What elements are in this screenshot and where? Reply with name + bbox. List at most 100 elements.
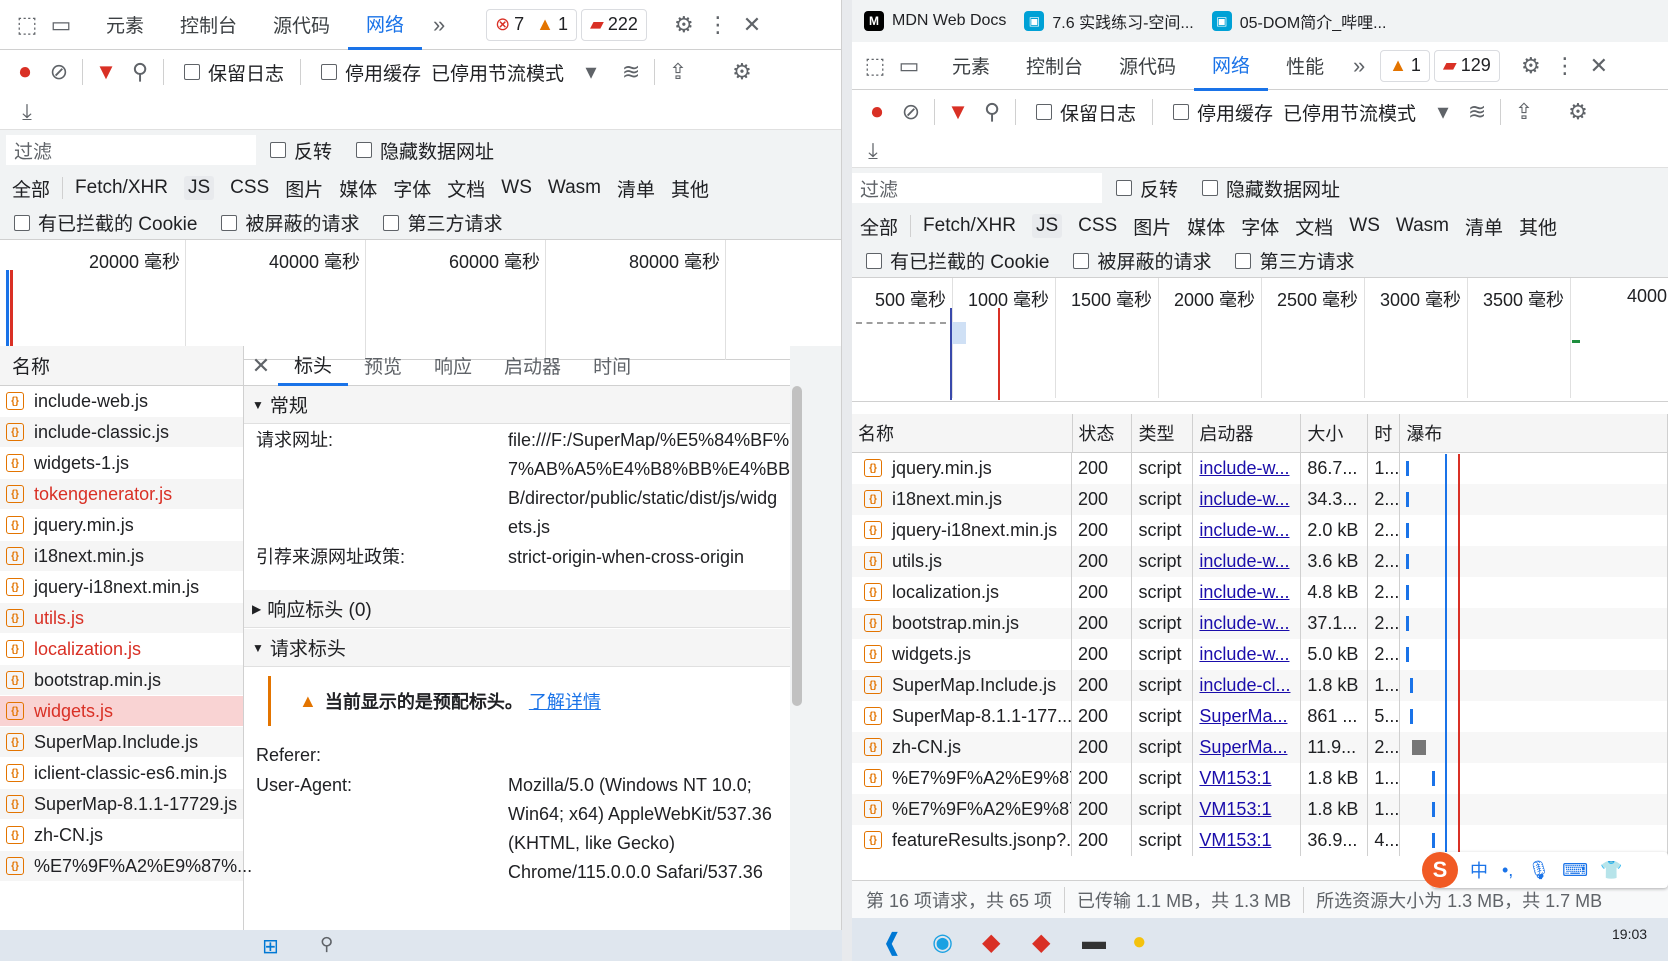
taskbar-search-icon[interactable]: ⚲ bbox=[320, 934, 333, 955]
column-header-6[interactable]: 瀑布 bbox=[1399, 414, 1668, 453]
type-filter-8[interactable]: WS bbox=[1349, 215, 1380, 237]
response-headers-section[interactable]: ▶ 响应标头 (0) bbox=[244, 590, 790, 628]
table-row[interactable]: {} featureResults.jsonp?... 200 script VM153… bbox=[852, 824, 1668, 856]
more-tabs-icon[interactable]: » bbox=[1342, 49, 1376, 83]
list-item[interactable]: {} iclient-classic-es6.min.js bbox=[0, 758, 243, 789]
issues-badge[interactable]: ▰ 129 bbox=[1433, 49, 1500, 82]
type-filter-10[interactable]: 清单 bbox=[617, 175, 655, 202]
type-filter-0[interactable]: 全部 bbox=[12, 175, 50, 202]
column-header-3[interactable]: 启动器 bbox=[1192, 414, 1302, 453]
more-tabs-icon[interactable]: » bbox=[422, 8, 456, 42]
table-row[interactable]: {} i18next.min.js 200 script include-w... 34.… bbox=[852, 483, 1668, 515]
skin-icon[interactable]: 👕 bbox=[1600, 860, 1622, 881]
initiator-cell[interactable]: include-w... bbox=[1192, 514, 1302, 546]
inspect-icon[interactable]: ⬚ bbox=[858, 49, 892, 83]
browser-tab-bilibili-1[interactable]: ▣ 7.6 实践练习-空间... bbox=[1024, 9, 1194, 33]
column-header-5[interactable]: 时 bbox=[1367, 414, 1401, 453]
list-item[interactable]: {} %E7%9F%A2%E9%87%... bbox=[0, 851, 252, 882]
initiator-cell[interactable]: include-w... bbox=[1192, 452, 1302, 484]
type-filter-4[interactable]: 图片 bbox=[1133, 213, 1171, 240]
type-filter-2[interactable]: JS bbox=[1031, 214, 1063, 238]
table-row[interactable]: {} widgets.js 200 script include-w... 5.0 kB 2… bbox=[852, 638, 1668, 670]
microphone-icon[interactable]: 🎙 bbox=[1527, 860, 1550, 881]
preserve-log-checkbox[interactable] bbox=[1036, 104, 1052, 120]
table-row[interactable]: {} utils.js 200 script include-w... 3.6 kB 2..… bbox=[852, 545, 1668, 577]
general-section-header[interactable]: ▼ 常规 bbox=[244, 386, 790, 424]
type-filter-5[interactable]: 媒体 bbox=[1187, 213, 1225, 240]
tab-0[interactable]: 元素 bbox=[934, 41, 1008, 91]
table-row[interactable]: {} %E7%9F%A2%E9%87...200scriptVM153:11.8 … bbox=[852, 793, 1668, 825]
tab-2[interactable]: 源代码 bbox=[255, 0, 348, 50]
type-filter-7[interactable]: 文档 bbox=[1295, 213, 1333, 240]
initiator-cell[interactable]: include-w... bbox=[1192, 545, 1302, 577]
chevron-down-icon[interactable]: ▾ bbox=[574, 55, 608, 89]
detail-tab-2[interactable]: 响应 bbox=[418, 346, 488, 386]
download-icon[interactable]: ⤓ bbox=[10, 95, 44, 129]
download-icon[interactable]: ⤓ bbox=[856, 134, 890, 168]
close-icon[interactable]: ✕ bbox=[1582, 49, 1616, 83]
list-item[interactable]: {} localization.js bbox=[0, 634, 243, 665]
extra-filter-checkbox-2[interactable] bbox=[383, 214, 400, 231]
type-filter-8[interactable]: WS bbox=[501, 177, 532, 199]
throttle-select[interactable]: 已停用节流模式 bbox=[431, 59, 564, 86]
network-settings-icon[interactable]: ⚙ bbox=[725, 55, 759, 89]
initiator-cell[interactable]: include-w... bbox=[1192, 607, 1302, 639]
tab-0[interactable]: 元素 bbox=[88, 0, 162, 50]
invert-checkbox[interactable] bbox=[270, 142, 286, 158]
column-header-0[interactable]: 名称 bbox=[852, 414, 1073, 453]
clear-icon[interactable]: ⊘ bbox=[894, 95, 928, 129]
close-details-icon[interactable]: ✕ bbox=[244, 349, 278, 383]
table-row[interactable]: {} SuperMap.Include.js 200 script include-cl… bbox=[852, 669, 1668, 701]
type-filter-2[interactable]: JS bbox=[183, 176, 215, 200]
table-row[interactable]: {} jquery-i18next.min.js 200 script include-… bbox=[852, 514, 1668, 546]
sogou-logo-icon[interactable]: S bbox=[1422, 852, 1458, 888]
wifi-icon[interactable]: ≋ bbox=[1460, 95, 1494, 129]
list-item[interactable]: {} jquery-i18next.min.js bbox=[0, 572, 243, 603]
kebab-menu-icon[interactable]: ⋮ bbox=[701, 8, 735, 42]
keyboard-icon[interactable]: ⌨ bbox=[1562, 860, 1588, 881]
column-header-1[interactable]: 状态 bbox=[1072, 414, 1133, 453]
browser-tab-mdn[interactable]: M MDN Web Docs bbox=[864, 11, 1006, 31]
initiator-cell[interactable]: VM153:1 bbox=[1192, 762, 1302, 794]
detail-scrollbar[interactable] bbox=[792, 386, 802, 706]
upload-icon[interactable]: ⇪ bbox=[1507, 95, 1541, 129]
warning-badge[interactable]: ▲ 1 bbox=[1380, 49, 1430, 82]
app-icon[interactable]: ◆ bbox=[982, 928, 1000, 957]
list-item[interactable]: {} SuperMap-8.1.1-17729.js bbox=[0, 789, 243, 820]
clear-icon[interactable]: ⊘ bbox=[42, 55, 76, 89]
column-header-4[interactable]: 大小 bbox=[1300, 414, 1369, 453]
detail-tab-3[interactable]: 启动器 bbox=[488, 346, 577, 386]
detail-tab-0[interactable]: 标头 bbox=[278, 346, 349, 386]
type-filter-1[interactable]: Fetch/XHR bbox=[75, 177, 168, 199]
kebab-menu-icon[interactable]: ⋮ bbox=[1548, 49, 1582, 83]
extra-filter-checkbox-1[interactable] bbox=[1073, 252, 1090, 269]
punctuation-icon[interactable]: •, bbox=[1502, 860, 1513, 881]
ime-mode-chinese[interactable]: 中 bbox=[1470, 857, 1488, 883]
disable-cache-checkbox[interactable] bbox=[321, 64, 338, 80]
vscode-icon[interactable]: ❰ bbox=[882, 928, 902, 957]
invert-checkbox[interactable] bbox=[1116, 180, 1132, 196]
initiator-cell[interactable]: SuperMa... bbox=[1192, 731, 1302, 763]
extra-filter-checkbox-0[interactable] bbox=[14, 214, 30, 231]
list-item[interactable]: {} bootstrap.min.js bbox=[0, 665, 243, 696]
list-item[interactable]: {} widgets-1.js bbox=[0, 448, 243, 479]
tab-4[interactable]: 性能 bbox=[1268, 41, 1342, 91]
browser-tab-bilibili-2[interactable]: ▣ 05-DOM简介_哔哩... bbox=[1211, 9, 1386, 33]
table-row[interactable]: {} jquery.min.js 200 script include-w... 86.7… bbox=[852, 452, 1668, 484]
inspect-icon[interactable]: ⬚ bbox=[10, 8, 44, 42]
tab-2[interactable]: 源代码 bbox=[1101, 41, 1194, 91]
hide-data-urls-checkbox[interactable] bbox=[1202, 180, 1219, 196]
settings-icon[interactable]: ⚙ bbox=[667, 8, 701, 42]
type-filter-6[interactable]: 字体 bbox=[1241, 213, 1279, 240]
list-item[interactable]: {} tokengenerator.js bbox=[0, 479, 243, 510]
initiator-cell[interactable]: include-cl... bbox=[1192, 669, 1302, 701]
record-stop-icon[interactable]: ⏺ bbox=[8, 55, 42, 89]
issues-badge[interactable]: ▰ 222 bbox=[581, 8, 647, 41]
detail-tab-1[interactable]: 预览 bbox=[348, 346, 418, 386]
type-filter-4[interactable]: 图片 bbox=[285, 175, 323, 202]
windows-start-icon[interactable]: ⊞ bbox=[262, 934, 279, 959]
wifi-icon[interactable]: ≋ bbox=[614, 55, 648, 89]
filter-funnel-icon[interactable]: ▼ bbox=[89, 55, 123, 89]
type-filter-3[interactable]: CSS bbox=[230, 177, 269, 199]
list-item[interactable]: {} utils.js bbox=[0, 603, 243, 634]
